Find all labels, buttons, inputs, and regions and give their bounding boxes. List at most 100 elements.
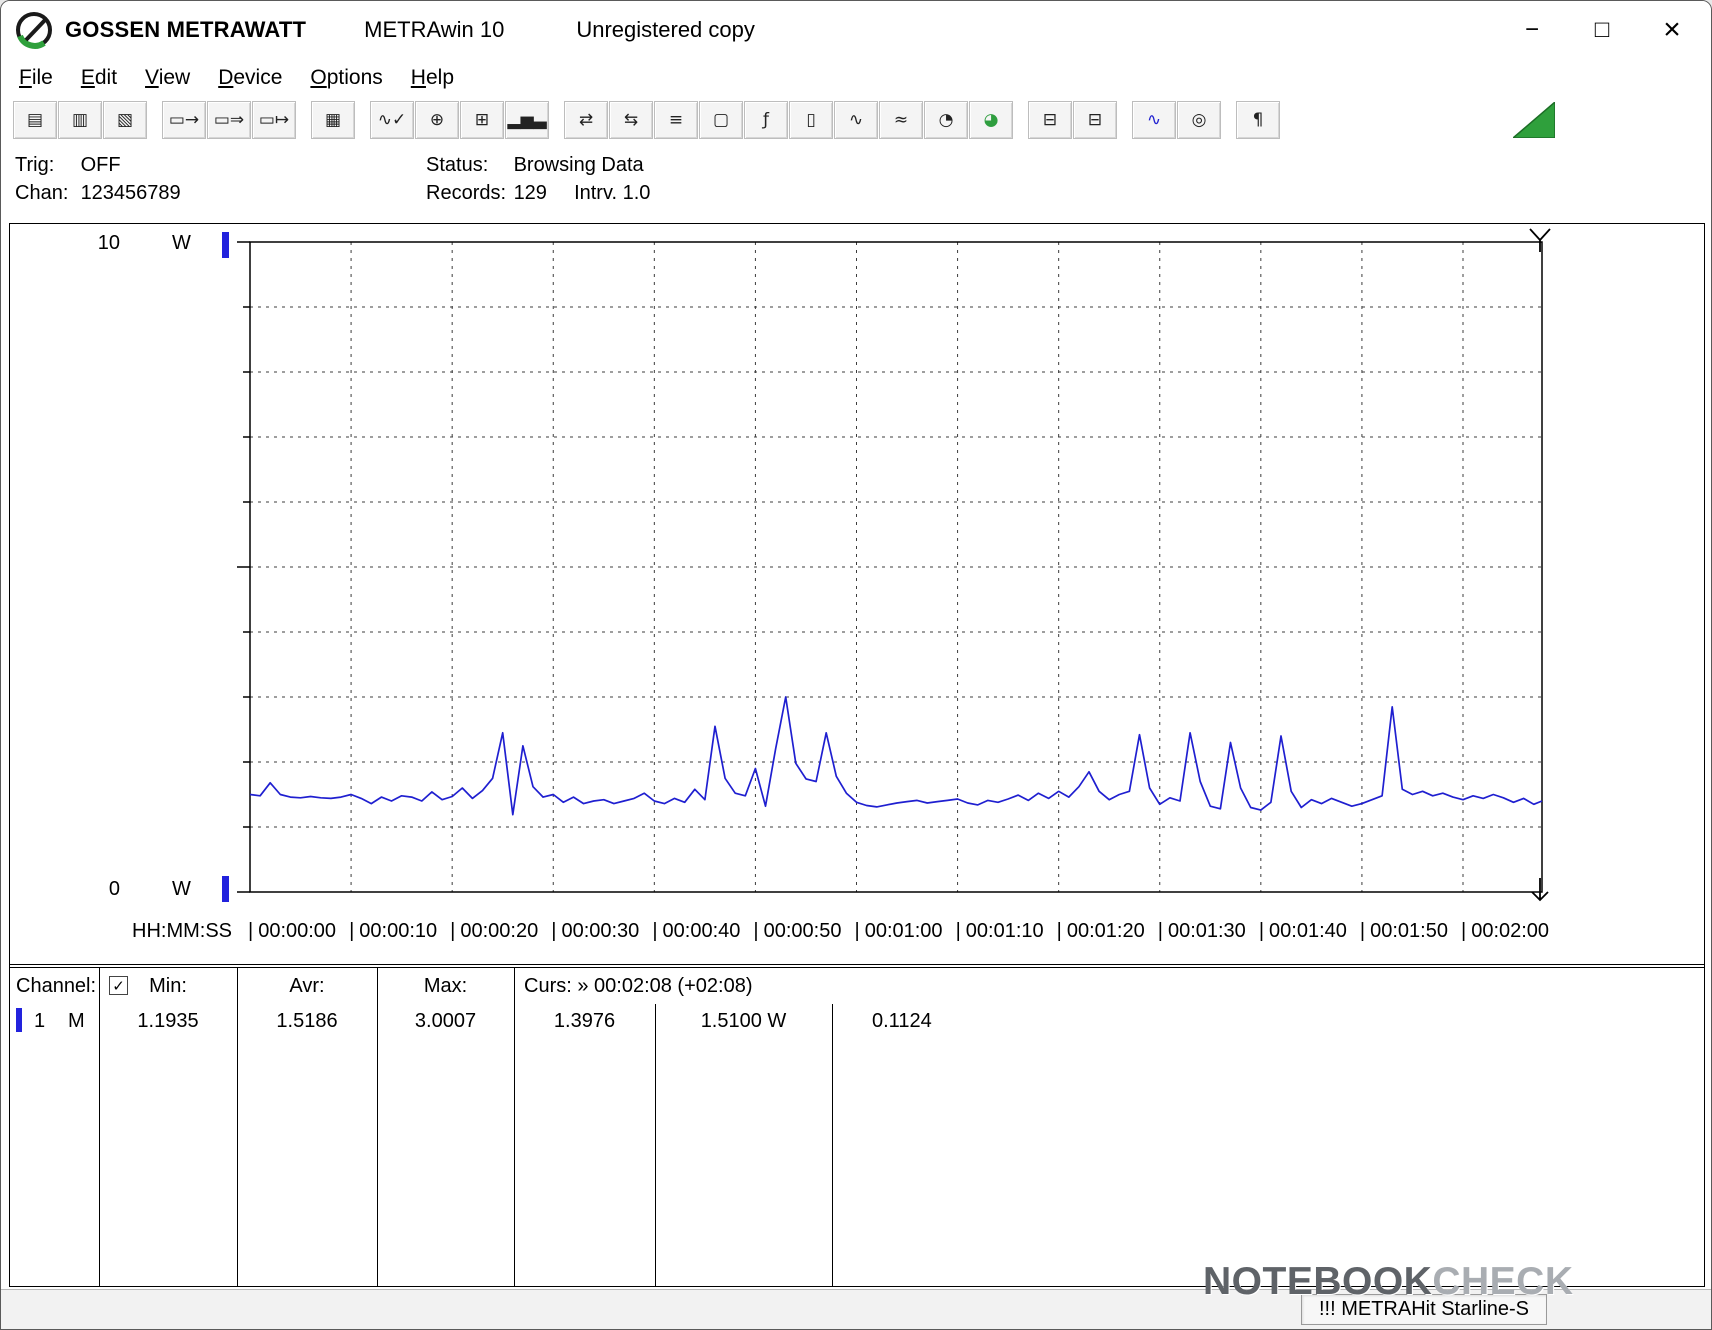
channel-mode: M [68, 1010, 85, 1033]
menu-item-options[interactable]: Options [296, 63, 396, 93]
status-value: Browsing Data [514, 154, 644, 176]
export-m-icon: ▭↦ [259, 112, 289, 129]
menu-item-device[interactable]: Device [204, 63, 296, 93]
x-tick-label: 00:00:50 [753, 920, 841, 943]
clock-button[interactable]: ◔ [924, 101, 968, 139]
zoom-wave-button[interactable]: ∿ [1132, 101, 1176, 139]
export-device-button[interactable]: ▭→ [162, 101, 206, 139]
chan-value: 123456789 [81, 182, 181, 204]
status-label: Status: [426, 151, 508, 179]
menu-item-edit[interactable]: Edit [67, 63, 131, 93]
signal-wedge-icon [1513, 102, 1555, 138]
max-header: Max: [377, 975, 514, 998]
x-tick-label: 00:02:00 [1461, 920, 1549, 943]
x-tick-label: 00:00:40 [652, 920, 740, 943]
cursor-value-a: 1.3976 [514, 1010, 655, 1033]
export-30-icon: ▭⇒ [214, 112, 244, 129]
annotation-button[interactable]: ¶ [1236, 101, 1280, 139]
chan-label: Chan: [15, 179, 75, 207]
gauge-button[interactable]: ◕ [969, 101, 1013, 139]
notebookcheck-watermark: NOTEBOOKCHECK [1203, 1239, 1555, 1325]
metrawin-window: GOSSEN METRAWATT METRAwin 10 Unregistere… [0, 0, 1712, 1330]
x-tick-label: 00:01:00 [855, 920, 943, 943]
maximize-button[interactable]: □ [1567, 1, 1637, 59]
menu-item-view[interactable]: View [131, 63, 204, 93]
schedule-icon: ≡ [669, 112, 683, 129]
keyboard-icon: ▦ [325, 112, 341, 129]
window-controls: − □ × [1497, 1, 1707, 59]
range-cursor-top[interactable] [222, 232, 229, 258]
title-license-note: Unregistered copy [576, 17, 755, 43]
plot-area[interactable] [250, 242, 1542, 892]
schedule-button[interactable]: ≡ [654, 101, 698, 139]
x-tick-label: 00:01:40 [1259, 920, 1347, 943]
watermark-text-secondary: CHECK [1432, 1260, 1573, 1303]
min-value: 1.1935 [99, 1010, 237, 1033]
x-tick-label: 00:01:20 [1057, 920, 1145, 943]
channel-header: Channel: [16, 975, 96, 998]
memory-icon: ▯ [806, 112, 815, 129]
function-icon: ƒ [763, 112, 769, 129]
toolbar: ▤▥ ▧ ▭→ ▭⇒ ▭↦ ▦ ∿✓ ⊕ ⊞ ▂▅▃ ⇄ ⇆ ≡ ▢ ƒ ▯ ∿ ≈ ◔ ◕ ⊟ ⊟ ∿ ◎ ¶ [1, 97, 1711, 143]
menu-item-help[interactable]: Help [397, 63, 468, 93]
open-icon: ▧ [117, 112, 133, 129]
annotation-icon: ¶ [1253, 112, 1264, 129]
x-tick-label: 00:01:30 [1158, 920, 1246, 943]
function-button[interactable]: ƒ [744, 101, 788, 139]
close-button[interactable]: × [1637, 1, 1707, 59]
wave-high-button[interactable]: ≈ [879, 101, 923, 139]
records-label: Records: [426, 179, 508, 207]
cursor-offscreen-marker-bottom [1526, 876, 1554, 904]
trig-label: Trig: [15, 151, 75, 179]
save-button[interactable]: ▤ [13, 101, 57, 139]
x-tick-label: 00:00:30 [551, 920, 639, 943]
print-button[interactable]: ⊟ [1028, 101, 1072, 139]
save-as-button[interactable]: ▥ [58, 101, 102, 139]
view-scope-button[interactable]: ⊕ [415, 101, 459, 139]
device-send-icon: ⇆ [624, 112, 638, 129]
keyboard-button[interactable]: ▦ [311, 101, 355, 139]
title-app-name: METRAwin 10 [364, 17, 504, 43]
memory-button[interactable]: ▯ [789, 101, 833, 139]
x-axis-labels: HH:MM:SS 00:00:0000:00:1000:00:2000:00:3… [10, 920, 1704, 950]
gossen-metrawatt-logo-icon [15, 11, 53, 49]
device-read-button[interactable]: ⇄ [564, 101, 608, 139]
interval-value: 1.0 [623, 182, 651, 204]
y-axis-min-label: 0 [70, 878, 120, 901]
menu-item-file[interactable]: File [5, 63, 67, 93]
view-table-icon: ⊞ [475, 112, 489, 129]
wave-low-button[interactable]: ∿ [834, 101, 878, 139]
print-icon: ⊟ [1043, 112, 1057, 129]
view-table-button[interactable]: ⊞ [460, 101, 504, 139]
print-preview-button[interactable]: ⊟ [1073, 101, 1117, 139]
zoom-wave-icon: ∿ [1147, 112, 1161, 129]
channel-number: 1 [34, 1010, 45, 1033]
device-send-button[interactable]: ⇆ [609, 101, 653, 139]
open-button[interactable]: ▧ [103, 101, 147, 139]
trig-value: OFF [81, 154, 121, 176]
view-trend-button[interactable]: ∿✓ [370, 101, 414, 139]
monitor-button[interactable]: ▢ [699, 101, 743, 139]
view-bargraph-button[interactable]: ▂▅▃ [505, 101, 549, 139]
acquisition-status: Trig: OFF Chan: 123456789 Status: Browsi… [1, 145, 1711, 211]
title-brand: GOSSEN METRAWATT [65, 17, 306, 43]
max-value: 3.0007 [377, 1010, 514, 1033]
cursor-offscreen-marker-top [1526, 226, 1554, 254]
export-device-icon: ▭→ [169, 112, 199, 129]
x-tick-label: 00:00:00 [248, 920, 336, 943]
wave-low-icon: ∿ [849, 112, 863, 129]
cursor-delta-value: 0.1124 [872, 1010, 932, 1033]
clock-icon: ◔ [939, 112, 954, 129]
avr-value: 1.5186 [237, 1010, 377, 1033]
x-axis-title: HH:MM:SS [132, 920, 232, 943]
minimize-button[interactable]: − [1497, 1, 1567, 59]
device-read-icon: ⇄ [579, 112, 593, 129]
view-trend-icon: ∿✓ [378, 112, 407, 129]
watermark-text-primary: NOTEBOOK [1203, 1260, 1432, 1303]
range-cursor-bottom[interactable] [222, 876, 229, 902]
x-tick-label: 00:00:10 [349, 920, 437, 943]
zoom-reset-button[interactable]: ◎ [1177, 101, 1221, 139]
export-30-button[interactable]: ▭⇒ [207, 101, 251, 139]
y-axis-max-label: 10 [70, 232, 120, 255]
export-m-button[interactable]: ▭↦ [252, 101, 296, 139]
